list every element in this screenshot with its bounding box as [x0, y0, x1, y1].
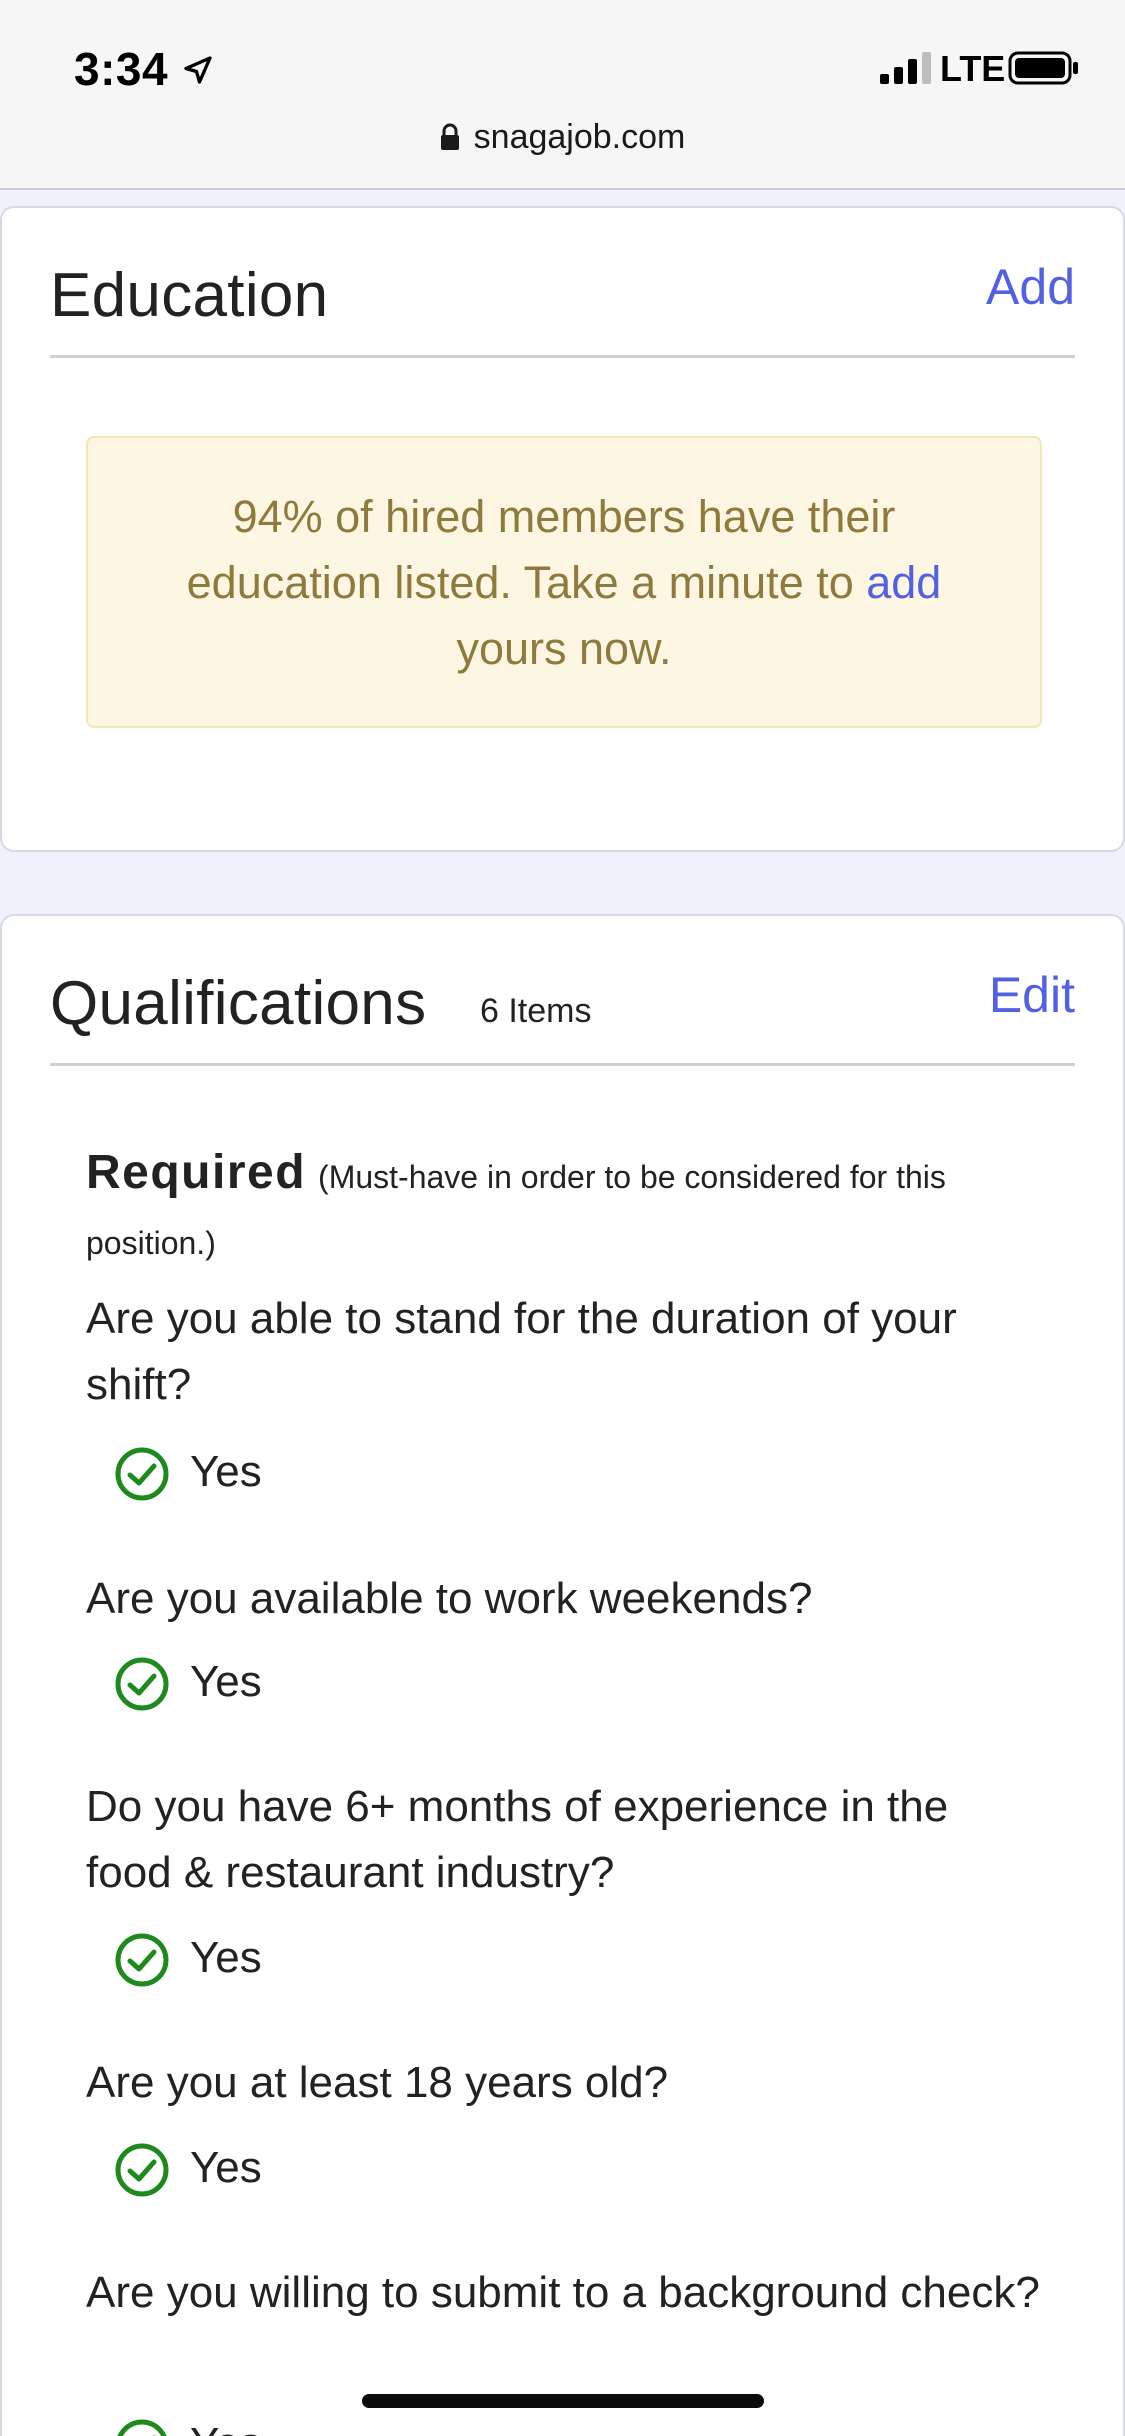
- location-arrow-icon: [184, 56, 212, 84]
- notice-text-before: 94% of hired members have their educatio…: [186, 491, 896, 608]
- question-text: Are you able to stand for the duration o…: [86, 1294, 957, 1409]
- signal-bars-icon: [880, 52, 931, 84]
- browser-top-bar: 3:34 LTE snagajob.com: [0, 0, 1125, 190]
- status-time: 3:34: [74, 43, 169, 95]
- url-text: snagajob.com: [473, 118, 686, 156]
- qualifications-card: Qualifications 6 Items Edit Required (Mus…: [0, 914, 1125, 2436]
- check-circle-icon: [115, 1447, 169, 1501]
- qualifications-title: Qualifications: [50, 969, 427, 1038]
- required-label: Required: [86, 1146, 307, 1199]
- question-text: Do you have 6+ months of experience in t…: [86, 1782, 949, 1897]
- answer-text: Yes: [190, 1657, 262, 1706]
- qualifications-count: 6 Items: [480, 992, 592, 1030]
- education-notice: 94% of hired members have their educatio…: [86, 436, 1042, 728]
- check-circle-icon: [115, 2143, 169, 2197]
- home-indicator[interactable]: [362, 2394, 764, 2408]
- question-text: Are you willing to submit to a backgroun…: [86, 2268, 1040, 2317]
- url-bar[interactable]: snagajob.com: [0, 118, 1125, 157]
- check-circle-icon: [115, 1933, 169, 1987]
- answer-text: Yes: [190, 1447, 262, 1496]
- edit-qualifications-button[interactable]: Edit: [989, 966, 1075, 1024]
- network-type: LTE: [940, 48, 1006, 89]
- notice-add-link[interactable]: add: [866, 557, 941, 608]
- education-card: Education Add 94% of hired members have …: [0, 206, 1125, 852]
- notice-text-after: yours now.: [456, 623, 672, 674]
- qualifications-header: Qualifications 6 Items Edit: [50, 916, 1075, 1066]
- education-title: Education: [50, 261, 329, 330]
- answer-text: Yes: [190, 2143, 262, 2192]
- lock-icon: [440, 123, 459, 150]
- check-circle-icon: [115, 1657, 169, 1711]
- answer-text: Yes: [190, 2414, 262, 2436]
- question-text: Are you at least 18 years old?: [86, 2058, 669, 2107]
- add-education-button[interactable]: Add: [986, 258, 1075, 316]
- education-header: Education Add: [50, 208, 1075, 358]
- answer-text: Yes: [190, 1933, 262, 1982]
- question-text: Are you available to work weekends?: [86, 1574, 813, 1623]
- check-circle-icon: [117, 2419, 167, 2436]
- battery-icon: [1008, 51, 1078, 85]
- required-heading: Required (Must-have in order to be consid…: [86, 1140, 1046, 1276]
